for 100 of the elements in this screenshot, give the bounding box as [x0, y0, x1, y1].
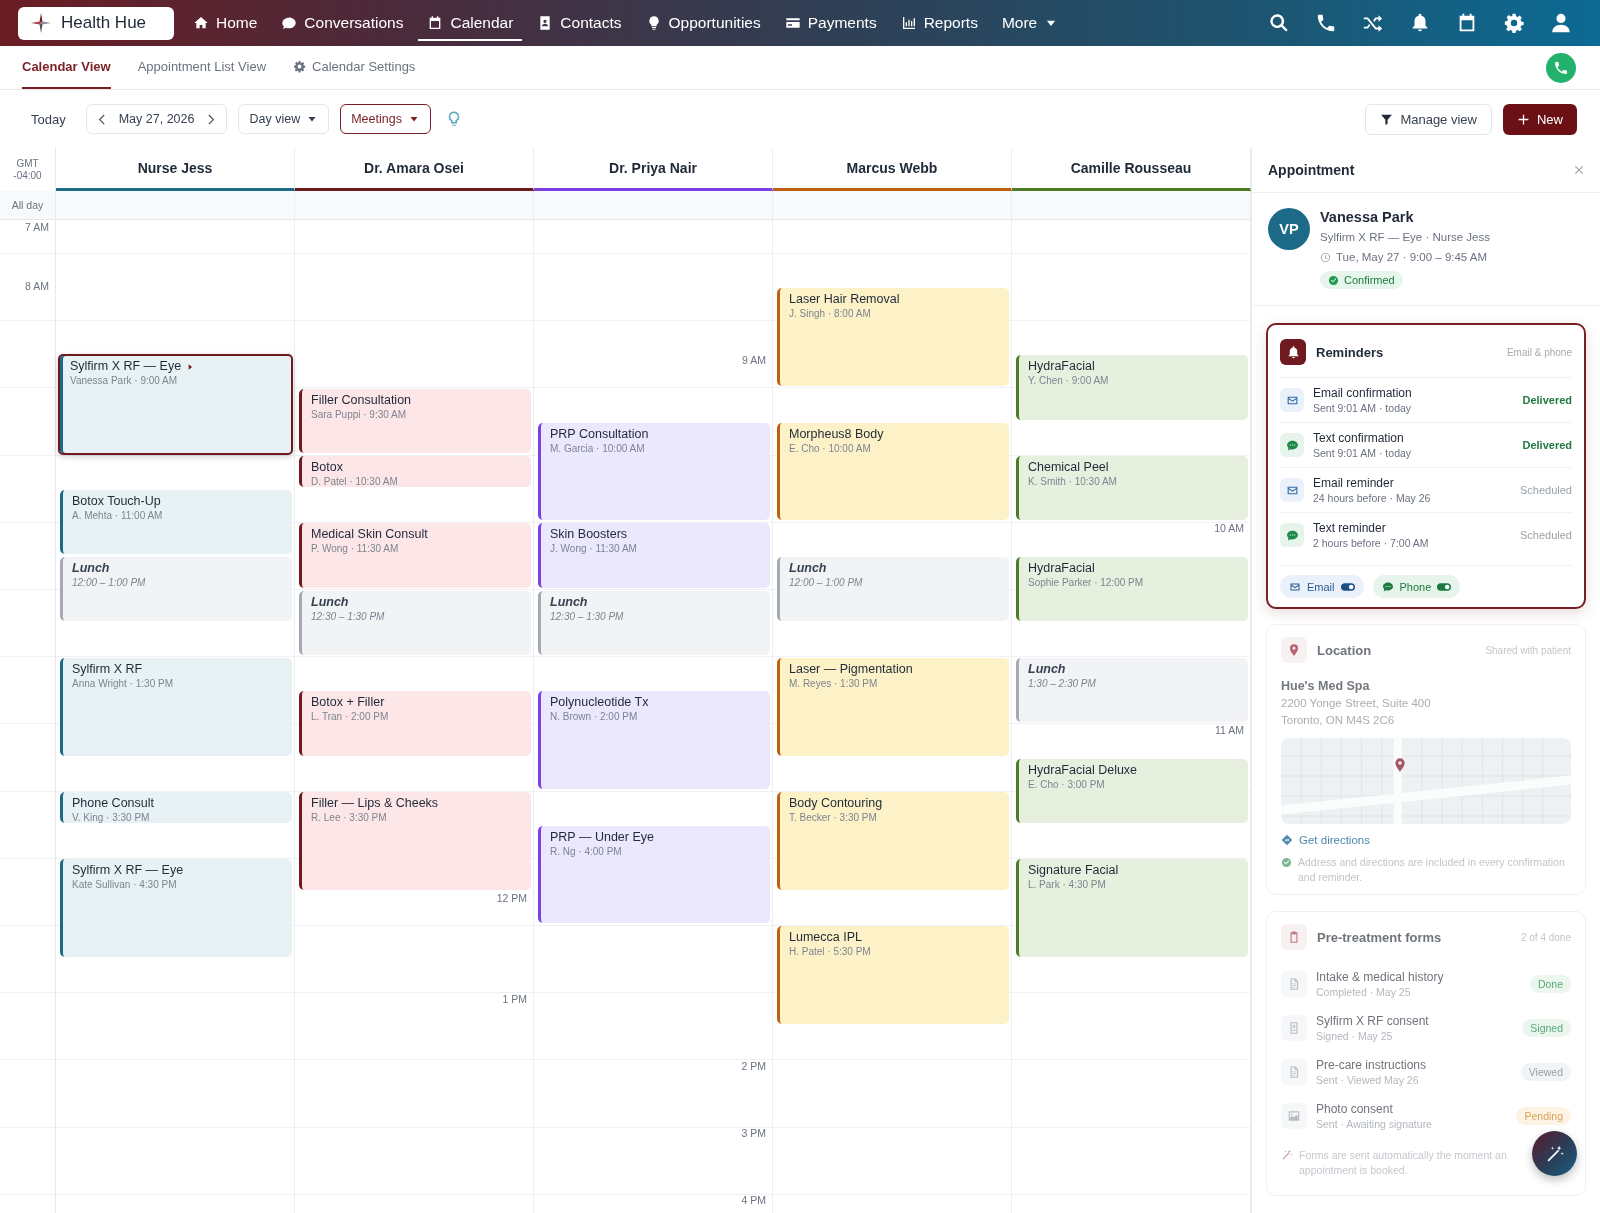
- toggle-switch[interactable]: [1437, 582, 1452, 591]
- appointment-title: Signature Facial: [1028, 863, 1119, 879]
- logo[interactable]: Health Hue: [18, 6, 174, 40]
- nav-tab[interactable]: Reports: [891, 7, 987, 41]
- view-dropdown[interactable]: Day view: [238, 104, 330, 134]
- appointment-detail: L. Park · 4:30 PM: [1028, 878, 1107, 892]
- new-button[interactable]: New: [1503, 103, 1577, 135]
- appointment-detail: 1:30 – 2:30 PM: [1028, 676, 1097, 690]
- appointment-card[interactable]: Sylfirm X RF Anna Wright · 1:30 PM: [60, 657, 292, 756]
- status-label: Confirmed: [1344, 274, 1395, 286]
- appointment-title: HydraFacial Deluxe: [1028, 762, 1138, 778]
- phone-call-button[interactable]: [1546, 52, 1576, 83]
- appointment-detail: Sophie Parker · 12:00 PM: [1028, 575, 1145, 589]
- channel-toggle-chip[interactable]: Phone: [1372, 575, 1461, 598]
- appointment-title: Filler Consultation: [311, 392, 412, 408]
- time-label: 2 PM: [740, 1059, 767, 1073]
- chat-bubble-icon: [1280, 523, 1304, 547]
- nav-tab[interactable]: Calendar: [418, 7, 523, 41]
- appointment-title: Laser — Pigmentation: [789, 661, 913, 677]
- appointment-title: Lunch: [72, 560, 110, 576]
- appointment-detail: Anna Wright · 1:30 PM: [72, 676, 174, 690]
- appointment-title: Lumecca IPL: [789, 930, 862, 946]
- appointment-card[interactable]: Laser Hair Removal J. Singh · 8:00 AM: [777, 288, 1009, 386]
- appointment-detail: N. Brown · 2:00 PM: [550, 710, 639, 724]
- nav-tab[interactable]: Home: [184, 7, 267, 41]
- appointment-detail: T. Becker · 3:30 PM: [789, 811, 878, 825]
- appointment-card[interactable]: Sylfirm X RF — Eye Kate Sullivan · 4:30 PM: [60, 859, 292, 958]
- appointment-detail: V. King · 3:30 PM: [72, 811, 151, 823]
- patient-avatar: VP: [1268, 208, 1310, 250]
- consent-document-icon: [1281, 1015, 1307, 1041]
- appointment-detail: E. Cho · 10:00 AM: [789, 441, 872, 455]
- appointment-title: Filler — Lips & Cheeks: [311, 796, 439, 812]
- appointment-card[interactable]: Lunch 1:30 – 2:30 PM: [1016, 657, 1248, 722]
- appointment-card[interactable]: Botox D. Patel · 10:30 AM: [299, 456, 531, 487]
- appointment-card[interactable]: Lunch 12:30 – 1:30 PM: [299, 590, 531, 655]
- appointment-title: Botox + Filler: [311, 695, 385, 711]
- appointment-card[interactable]: Signature Facial L. Park · 4:30 PM: [1016, 859, 1248, 958]
- appointment-card[interactable]: Medical Skin Consult P. Wong · 11:30 AM: [299, 523, 531, 588]
- appointment-card[interactable]: HydraFacial Deluxe E. Cho · 3:00 PM: [1016, 758, 1248, 823]
- channel-toggle-chip[interactable]: Email: [1280, 575, 1364, 598]
- get-directions-link[interactable]: Get directions: [1281, 834, 1370, 846]
- appointment-title: Botox: [311, 460, 343, 476]
- appointment-detail: J. Singh · 8:00 AM: [789, 307, 872, 321]
- nav-tab[interactable]: Contacts: [528, 7, 631, 41]
- filter-dropdown[interactable]: Meetings: [340, 104, 431, 134]
- appointment-detail: H. Patel · 5:30 PM: [789, 945, 872, 959]
- appointment-service: Sylfirm X RF — Eye · Nurse Jess: [1320, 230, 1490, 245]
- appointment-card[interactable]: Botox + Filler L. Tran · 2:00 PM: [299, 691, 531, 756]
- calendar-settings-link[interactable]: Calendar Settings: [293, 46, 416, 89]
- form-title: Pre-care instructions: [1316, 1056, 1427, 1073]
- current-date: May 27, 2026: [117, 112, 196, 126]
- appointment-detail: Y. Chen · 9:00 AM: [1028, 374, 1110, 388]
- envelope-icon: [1280, 388, 1304, 412]
- appointment-card[interactable]: Skin Boosters J. Wong · 11:30 AM: [538, 523, 770, 588]
- appointment-card[interactable]: PRP — Under Eye R. Ng · 4:00 PM: [538, 825, 770, 924]
- appointment-card[interactable]: Laser — Pigmentation M. Reyes · 1:30 PM: [777, 657, 1009, 756]
- panel-title: Appointment: [1268, 162, 1355, 178]
- appointment-card[interactable]: Morpheus8 Body E. Cho · 10:00 AM: [777, 422, 1009, 521]
- time-label: 1 PM: [501, 992, 528, 1006]
- appointment-card[interactable]: Polynucleotide Tx N. Brown · 2:00 PM: [538, 691, 770, 790]
- toggle-switch[interactable]: [1340, 582, 1355, 591]
- view-tab[interactable]: Appointment List View: [137, 46, 267, 89]
- document-icon: [1281, 971, 1307, 997]
- view-tab[interactable]: Calendar View: [22, 46, 111, 89]
- nav-tab[interactable]: Conversations: [272, 7, 413, 41]
- manage-view-button[interactable]: Manage view: [1365, 103, 1492, 135]
- card-note: Shared with patient: [1485, 643, 1571, 657]
- card-note: Email & phone: [1506, 345, 1572, 359]
- appointment-card[interactable]: Lumecca IPL H. Patel · 5:30 PM: [777, 926, 1009, 1025]
- appointment-card[interactable]: Filler Consultation Sara Puppi · 9:30 AM: [299, 388, 531, 454]
- appointment-card[interactable]: Body Contouring T. Becker · 3:30 PM: [777, 792, 1009, 890]
- appointment-title: Skin Boosters: [550, 527, 628, 543]
- time-label: 4 PM: [740, 1194, 767, 1208]
- more-menu[interactable]: More: [992, 7, 1068, 41]
- appointment-card[interactable]: Chemical Peel K. Smith · 10:30 AM: [1016, 456, 1248, 521]
- appointment-title: Laser Hair Removal: [789, 292, 900, 308]
- appointment-card[interactable]: Botox Touch-Up A. Mehta · 11:00 AM: [60, 489, 292, 554]
- magic-wand-button[interactable]: [1532, 1131, 1577, 1176]
- location-name: Hue's Med Spa: [1281, 678, 1370, 695]
- address-line: Toronto, ON M4S 2C6: [1281, 713, 1395, 728]
- appointment-card[interactable]: Filler — Lips & Cheeks R. Lee · 3:30 PM: [299, 792, 531, 890]
- appointment-card[interactable]: Lunch 12:00 – 1:00 PM: [777, 556, 1009, 622]
- appointment-title: Medical Skin Consult: [311, 527, 428, 543]
- reminder-status: Scheduled: [1520, 484, 1572, 496]
- nav-tab[interactable]: Opportunities: [636, 7, 770, 41]
- appointment-card[interactable]: Lunch 12:00 – 1:00 PM: [60, 556, 292, 622]
- form-detail: Sent · Awaiting signature: [1316, 1116, 1432, 1132]
- appointment-card[interactable]: PRP Consultation M. Garcia · 10:00 AM: [538, 422, 770, 521]
- appointment-title: Sylfirm X RF — Eye: [72, 863, 184, 879]
- appointment-card[interactable]: Sylfirm X RF — Eye Vanessa Park · 9:00 AM: [58, 354, 293, 456]
- appointment-card[interactable]: HydraFacial Y. Chen · 9:00 AM: [1016, 355, 1248, 420]
- appointment-card[interactable]: Lunch 12:30 – 1:30 PM: [538, 590, 770, 655]
- nav-tab[interactable]: Payments: [775, 7, 886, 41]
- appointment-detail: Vanessa Park · 9:00 AM: [70, 374, 179, 388]
- appointment-detail: Kate Sullivan · 4:30 PM: [72, 878, 178, 892]
- appointment-title: PRP Consultation: [550, 426, 649, 442]
- appointment-card[interactable]: HydraFacial Sophie Parker · 12:00 PM: [1016, 556, 1248, 622]
- appointment-title: Sylfirm X RF — Eye: [70, 359, 182, 375]
- appointment-card[interactable]: Phone Consult V. King · 3:30 PM: [60, 792, 292, 823]
- today-button[interactable]: Today: [31, 111, 66, 127]
